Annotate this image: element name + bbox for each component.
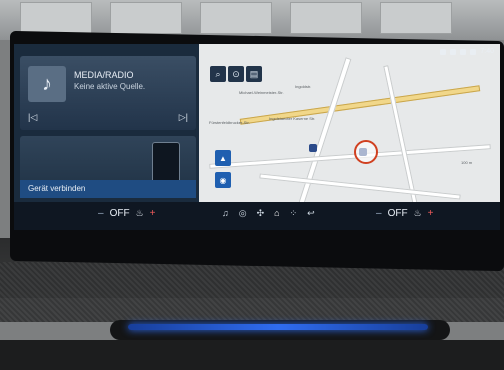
infotainment-screen: Michael-Weinmeister-Str. Ingoldstr. Fürs…: [14, 44, 500, 230]
map-street-label: Ingolstaedter Kaserne Str.: [269, 116, 316, 121]
dashboard-texture: [0, 262, 504, 322]
climate-right: – OFF ♨ +: [376, 208, 433, 219]
climate-right-value[interactable]: OFF: [388, 208, 408, 219]
seat-heat-icon[interactable]: ♨: [414, 208, 422, 219]
view-icon[interactable]: ◉: [215, 172, 231, 188]
map-scale: 100 m: [461, 160, 473, 165]
apps-icon[interactable]: ⁘: [290, 208, 298, 219]
north-up-icon[interactable]: ▲: [215, 150, 231, 166]
dashboard-lower: [0, 340, 504, 370]
previous-icon[interactable]: |◁: [28, 112, 37, 123]
media-widget[interactable]: ♪ MEDIA/RADIO Keine aktive Quelle. |◁ ▷|: [20, 56, 196, 130]
status-bar: 7:40: [440, 48, 494, 55]
music-icon[interactable]: ♫: [222, 208, 229, 219]
clock: 7:40: [480, 48, 494, 55]
map-controls: ⌕ ⊙ ▤: [210, 66, 262, 82]
climate-left: – OFF ♨ +: [98, 208, 155, 219]
location-icon[interactable]: ⊙: [228, 66, 244, 82]
music-icon: [460, 48, 467, 55]
map-street-label: Fürstenfeldbrucker-Str.: [209, 120, 250, 125]
wifi-icon: [450, 48, 457, 55]
temp-down-button[interactable]: –: [376, 208, 382, 219]
ambient-light-strip: [128, 324, 428, 330]
back-icon[interactable]: ↩: [307, 208, 315, 219]
layers-icon[interactable]: ▤: [246, 66, 262, 82]
ceiling-tile: [20, 2, 92, 34]
home-icon[interactable]: ⌂: [274, 208, 279, 219]
fan-icon[interactable]: ✣: [257, 208, 265, 219]
temp-up-button[interactable]: +: [428, 208, 434, 219]
media-title: MEDIA/RADIO: [74, 70, 134, 80]
map-road: [259, 173, 461, 200]
ceiling-tile: [290, 2, 362, 34]
car-interior-photo: Michael-Weinmeister-Str. Ingoldstr. Fürs…: [0, 0, 504, 370]
ceiling-tile: [200, 2, 272, 34]
temp-up-button[interactable]: +: [150, 208, 156, 219]
bottom-bar: – OFF ♨ + ♫ ◎ ✣ ⌂ ⁘ ↩ – OFF ♨ +: [14, 202, 500, 230]
map-road: [209, 144, 491, 169]
air-vent: [110, 320, 450, 340]
ceiling-tile: [110, 2, 182, 34]
music-note-icon: ♪: [28, 66, 66, 102]
connect-device-widget[interactable]: Gerät verbinden: [20, 136, 196, 198]
search-icon[interactable]: ⌕: [210, 66, 226, 82]
volume-icon: [470, 48, 477, 55]
app-dock: ♫ ◎ ✣ ⌂ ⁘ ↩: [222, 208, 315, 219]
vehicle-position-marker: [354, 140, 378, 164]
map-street-label: Ingoldstr.: [295, 84, 312, 89]
media-subtitle: Keine aktive Quelle.: [74, 82, 146, 91]
map-street-label: Michael-Weinmeister-Str.: [239, 90, 284, 95]
steering-icon[interactable]: ◎: [239, 208, 247, 219]
temp-down-button[interactable]: –: [98, 208, 104, 219]
ceiling-tile: [380, 2, 452, 34]
connect-device-label: Gerät verbinden: [20, 180, 196, 198]
phone-icon: [440, 48, 447, 55]
seat-heat-icon[interactable]: ♨: [136, 208, 144, 219]
map-poi: [309, 144, 317, 152]
map-road: [292, 57, 352, 223]
next-icon[interactable]: ▷|: [179, 112, 188, 123]
climate-left-value[interactable]: OFF: [110, 208, 130, 219]
